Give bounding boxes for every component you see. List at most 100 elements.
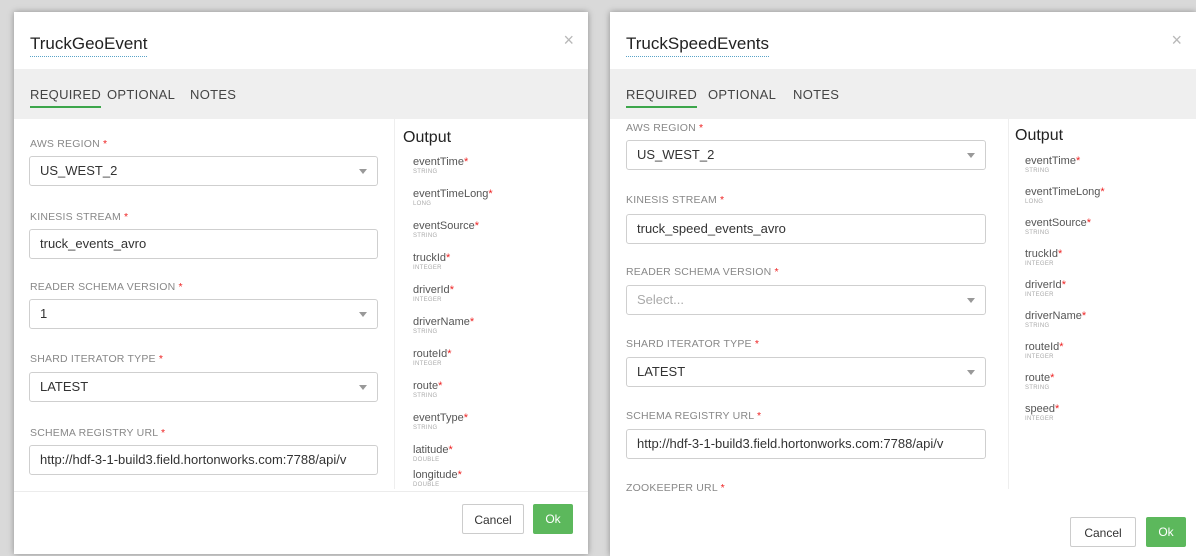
output-field-name-text: routeId xyxy=(413,348,448,360)
schema-registry-url-label-text: SCHEMA REGISTRY URL xyxy=(626,410,754,422)
truck-speed-events-dialog: TruckSpeedEvents × REQUIRED OPTIONAL NOT… xyxy=(610,12,1196,556)
tab-notes[interactable]: NOTES xyxy=(793,87,839,102)
kinesis-stream-value: truck_events_avro xyxy=(40,236,147,251)
output-field-type: STRING xyxy=(413,169,438,175)
kinesis-stream-label-text: KINESIS STREAM xyxy=(30,211,121,223)
output-field-name-text: driverName xyxy=(1025,310,1082,322)
cancel-button[interactable]: Cancel xyxy=(1070,517,1136,547)
output-field-name-text: eventTime xyxy=(413,156,464,168)
output-field-name: eventSource* xyxy=(413,220,479,232)
output-field-type: DOUBLE xyxy=(413,457,440,463)
schema-registry-url-value: http://hdf-3-1-build3.field.hortonworks.… xyxy=(637,436,944,451)
required-marker: * xyxy=(448,444,453,456)
output-field-type: INTEGER xyxy=(1025,354,1054,360)
output-title: Output xyxy=(1015,127,1064,144)
required-marker: * xyxy=(720,194,725,206)
schema-registry-url-label-text: SCHEMA REGISTRY URL xyxy=(30,427,158,439)
tab-bar: REQUIRED OPTIONAL NOTES xyxy=(14,69,588,119)
required-marker: * xyxy=(447,348,452,360)
output-field-type: STRING xyxy=(1025,230,1050,236)
output-field-name-text: route xyxy=(1025,372,1051,384)
aws-region-select[interactable]: US_WEST_2 xyxy=(29,156,378,186)
output-field-name-text: eventType xyxy=(413,412,464,424)
reader-schema-version-label: READER SCHEMA VERSION * xyxy=(30,281,183,293)
dialog-header: TruckSpeedEvents × xyxy=(610,12,1196,69)
output-field-type: INTEGER xyxy=(413,297,442,303)
output-field: truckId* INTEGER xyxy=(1025,248,1062,267)
output-schema-panel: Output eventTime* STRING eventTimeLong* LO… xyxy=(1008,119,1196,489)
tab-required[interactable]: REQUIRED xyxy=(30,87,102,108)
aws-region-value: US_WEST_2 xyxy=(40,163,118,178)
output-field: driverName* STRING xyxy=(413,316,474,335)
required-marker: * xyxy=(103,138,108,150)
close-icon[interactable]: × xyxy=(1171,30,1182,51)
output-field-type: STRING xyxy=(1025,168,1050,174)
output-field-name: speed* xyxy=(1025,403,1059,415)
chevron-down-icon xyxy=(967,298,975,303)
output-field-type: INTEGER xyxy=(413,361,442,367)
output-field-type: STRING xyxy=(413,425,438,431)
output-field-type: INTEGER xyxy=(1025,261,1054,267)
output-field-name-text: truckId xyxy=(413,252,447,264)
required-marker: * xyxy=(1061,279,1066,291)
close-icon[interactable]: × xyxy=(563,30,574,51)
output-field: truckId* INTEGER xyxy=(413,252,450,271)
shard-iterator-type-select[interactable]: LATEST xyxy=(626,357,986,387)
kinesis-stream-input[interactable]: truck_speed_events_avro xyxy=(626,214,986,244)
output-field-name-text: eventSource xyxy=(1025,217,1087,229)
shard-iterator-type-label-text: SHARD ITERATOR TYPE xyxy=(30,353,156,365)
reader-schema-version-label-text: READER SCHEMA VERSION xyxy=(626,266,772,278)
required-marker: * xyxy=(474,220,480,232)
required-marker: * xyxy=(754,338,760,350)
shard-iterator-type-select[interactable]: LATEST xyxy=(29,372,378,402)
reader-schema-version-select[interactable]: Select... xyxy=(626,285,986,315)
aws-region-select[interactable]: US_WEST_2 xyxy=(626,140,986,170)
schema-registry-url-input[interactable]: http://hdf-3-1-build3.field.hortonworks.… xyxy=(29,445,378,475)
kinesis-stream-label: KINESIS STREAM * xyxy=(626,194,724,206)
required-marker: * xyxy=(1100,186,1105,198)
output-field-type: LONG xyxy=(1025,199,1044,205)
reader-schema-version-placeholder: Select... xyxy=(637,292,684,307)
output-field-type: INTEGER xyxy=(413,265,442,271)
output-field-name: eventTime* xyxy=(413,156,468,168)
dialog-title: TruckGeoEvent xyxy=(30,34,148,57)
shard-iterator-type-value: LATEST xyxy=(637,364,686,379)
required-marker: * xyxy=(438,380,443,392)
reader-schema-version-value: 1 xyxy=(40,306,48,321)
output-field-name: driverName* xyxy=(413,316,474,328)
tab-optional[interactable]: OPTIONAL xyxy=(708,87,776,102)
output-field-type: LONG xyxy=(413,201,432,207)
tab-required[interactable]: REQUIRED xyxy=(626,87,698,108)
required-marker: * xyxy=(1081,310,1087,322)
output-field-name: eventTime* xyxy=(1025,155,1080,167)
ok-button[interactable]: Ok xyxy=(533,504,573,534)
output-field-name-text: truckId xyxy=(1025,248,1059,260)
aws-region-value: US_WEST_2 xyxy=(637,147,715,162)
output-field: driverId* INTEGER xyxy=(413,284,454,303)
cancel-button[interactable]: Cancel xyxy=(462,504,524,534)
required-marker: * xyxy=(178,281,183,293)
output-field: routeId* INTEGER xyxy=(1025,341,1064,360)
output-field-type: STRING xyxy=(413,393,438,399)
output-field-name-text: eventTimeLong xyxy=(413,188,489,200)
tab-optional[interactable]: OPTIONAL xyxy=(107,87,175,102)
output-field: eventSource* STRING xyxy=(413,220,479,239)
required-marker: * xyxy=(1075,155,1081,167)
required-marker: * xyxy=(699,122,704,134)
output-field-name: longitude* xyxy=(413,469,462,481)
required-marker: * xyxy=(463,412,469,424)
output-field-name: eventTimeLong* xyxy=(1025,186,1105,198)
chevron-down-icon xyxy=(359,312,367,317)
schema-registry-url-input[interactable]: http://hdf-3-1-build3.field.hortonworks.… xyxy=(626,429,986,459)
kinesis-stream-input[interactable]: truck_events_avro xyxy=(29,229,378,259)
output-field-name-text: longitude xyxy=(413,469,458,481)
output-field: longitude* DOUBLE xyxy=(413,469,462,488)
output-field: eventSource* STRING xyxy=(1025,217,1091,236)
reader-schema-version-select[interactable]: 1 xyxy=(29,299,378,329)
output-field-name: eventType* xyxy=(413,412,468,424)
output-field-type: STRING xyxy=(413,329,438,335)
tab-notes[interactable]: NOTES xyxy=(190,87,236,102)
chevron-down-icon xyxy=(359,385,367,390)
required-marker: * xyxy=(469,316,475,328)
ok-button[interactable]: Ok xyxy=(1146,517,1186,547)
